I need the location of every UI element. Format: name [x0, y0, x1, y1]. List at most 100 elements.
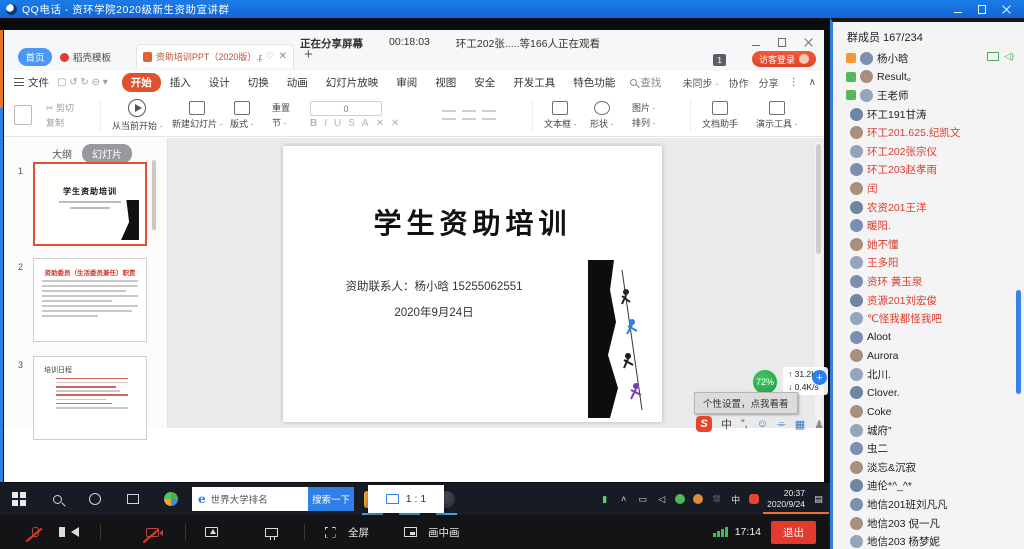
- slide1-thumbnail[interactable]: 学生资助培训: [33, 162, 147, 246]
- paragraph-group[interactable]: [442, 95, 496, 135]
- member-row[interactable]: 杨小晗 ◁): [833, 49, 1024, 68]
- browser-360-icon[interactable]: [152, 483, 190, 515]
- menu-security[interactable]: 安全: [465, 73, 504, 92]
- member-row[interactable]: 淡忘&沉寂 ◁): [833, 458, 1024, 477]
- font-color-button[interactable]: A: [362, 118, 369, 129]
- voice-input-icon[interactable]: ⌯: [777, 418, 786, 431]
- menu-devtools[interactable]: 开发工具: [504, 73, 564, 92]
- italic-button[interactable]: I: [324, 118, 327, 129]
- member-row[interactable]: 迪伦*^_^* ◁): [833, 477, 1024, 496]
- picture-button[interactable]: 图片 ·: [632, 101, 656, 114]
- emoji-icon[interactable]: ☺: [757, 418, 768, 430]
- member-row[interactable]: 暖阳. ◁): [833, 216, 1024, 235]
- start-button[interactable]: [0, 483, 38, 515]
- wps-minimize-icon[interactable]: [752, 38, 762, 47]
- slide2-thumbnail[interactable]: 资助委员（生活委员兼任）职责: [33, 258, 147, 342]
- subscript-button[interactable]: ✕: [391, 118, 399, 129]
- close-icon[interactable]: [1002, 5, 1012, 14]
- taskbar-search-icon[interactable]: [38, 483, 76, 515]
- section-button[interactable]: 节 ·: [272, 116, 287, 129]
- network-icon[interactable]: ⛆: [711, 494, 722, 505]
- current-slide[interactable]: 学生资助培训 资助联系人：杨小晗 15255062551 2020年9月24日: [283, 146, 662, 422]
- collab-button[interactable]: 协作: [729, 75, 749, 90]
- tray-clock[interactable]: 20:37 2020/9/24: [767, 488, 805, 510]
- favorite-icon[interactable]: ♡: [266, 51, 274, 62]
- slide3-thumbnail[interactable]: 培训日程: [33, 356, 147, 440]
- member-row[interactable]: 虫二 ◁): [833, 439, 1024, 458]
- keyboard-icon[interactable]: ▦: [795, 418, 805, 431]
- panel-scrollbar[interactable]: [152, 160, 156, 230]
- guest-login-button[interactable]: 访客登录: [752, 51, 816, 67]
- find-box[interactable]: 查找: [630, 75, 661, 90]
- tab-home[interactable]: 首页: [18, 48, 52, 66]
- cortana-icon[interactable]: [76, 483, 114, 515]
- member-row[interactable]: 北川. ◁): [833, 365, 1024, 384]
- chinese-mode-icon[interactable]: 中: [721, 416, 732, 432]
- member-row[interactable]: Aurora ◁): [833, 347, 1024, 366]
- member-row[interactable]: 地信203 倪一凡 ◁): [833, 514, 1024, 533]
- menu-insert[interactable]: 插入: [161, 73, 200, 92]
- sogou-logo-icon[interactable]: S: [696, 416, 712, 432]
- maximize-icon[interactable]: [978, 5, 988, 14]
- speaker-icon[interactable]: [62, 527, 88, 537]
- panel-expand-button[interactable]: +: [812, 370, 827, 385]
- skin-icon[interactable]: ♟: [814, 418, 824, 431]
- ime-indicator[interactable]: 中: [730, 494, 741, 505]
- fullscreen-icon[interactable]: [317, 527, 343, 538]
- member-row[interactable]: 闰 ◁): [833, 179, 1024, 198]
- tab-outline[interactable]: 大纲: [52, 146, 72, 161]
- play-from-current-button[interactable]: 从当前开始 ·: [112, 95, 163, 135]
- underline-button[interactable]: U: [334, 118, 341, 129]
- member-row[interactable]: ℃怪我都怪我吧 ◁): [833, 309, 1024, 328]
- tray-orange-icon[interactable]: [693, 494, 703, 504]
- member-row[interactable]: 环工202张宗仪 ◁): [833, 142, 1024, 161]
- usb-tray-icon[interactable]: ▮: [599, 494, 610, 505]
- copy-button[interactable]: 复制: [46, 116, 64, 129]
- menu-view[interactable]: 视图: [426, 73, 465, 92]
- tray-expand-icon[interactable]: ˄: [618, 494, 629, 505]
- tab-document[interactable]: 资助培训PPT（2020版）.pptx ♡ ✕: [136, 44, 294, 68]
- member-row[interactable]: 环工203赵孝雨 ◁): [833, 161, 1024, 180]
- tab-docer[interactable]: 稻壳模板: [60, 48, 111, 66]
- member-row[interactable]: Aloot ◁): [833, 328, 1024, 347]
- member-row[interactable]: 她不懂 ◁): [833, 235, 1024, 254]
- battery-icon[interactable]: ▭: [637, 494, 648, 505]
- bold-button[interactable]: B: [310, 118, 317, 129]
- menu-animation[interactable]: 动画: [278, 73, 317, 92]
- camera-off-icon[interactable]: [139, 528, 165, 537]
- task-view-icon[interactable]: [114, 483, 152, 515]
- present-tools-button[interactable]: 演示工具 ·: [756, 95, 798, 135]
- search-go-button[interactable]: 搜索一下: [308, 487, 354, 511]
- member-row[interactable]: 王多阳 ◁): [833, 254, 1024, 273]
- member-row[interactable]: 地信201班刘凡凡 ◁): [833, 495, 1024, 514]
- microphone-muted-icon[interactable]: [22, 527, 48, 537]
- member-row[interactable]: Coke ◁): [833, 402, 1024, 421]
- member-row[interactable]: Result。 ◁): [833, 68, 1024, 87]
- tab-slides[interactable]: 幻灯片: [82, 144, 132, 163]
- member-row[interactable]: 王老师 ◁): [833, 86, 1024, 105]
- menu-start[interactable]: 开始: [122, 73, 161, 92]
- member-scrollbar[interactable]: [1016, 290, 1021, 394]
- font-size-input[interactable]: 0: [310, 101, 382, 116]
- shape-button[interactable]: 形状 ·: [590, 95, 614, 135]
- wps-close-icon[interactable]: [804, 38, 814, 47]
- quick-access-toolbar[interactable]: ▢ ↺ ↻ ⊖ ▾: [57, 77, 108, 88]
- pip-icon[interactable]: [397, 527, 423, 537]
- member-row[interactable]: 农资201王洋 ◁): [833, 198, 1024, 217]
- more-icon[interactable]: ⋮: [789, 77, 799, 88]
- menu-review[interactable]: 审阅: [387, 73, 426, 92]
- menu-slideshow[interactable]: 幻灯片放映: [317, 73, 388, 92]
- exit-call-button[interactable]: 退出: [771, 521, 816, 544]
- superscript-button[interactable]: ✕: [376, 118, 384, 129]
- tab-close-icon[interactable]: ✕: [279, 51, 287, 62]
- punctuation-icon[interactable]: ”,: [741, 418, 748, 430]
- member-row[interactable]: Clover. ◁): [833, 384, 1024, 403]
- share-button[interactable]: 分享: [759, 75, 779, 90]
- menu-transition[interactable]: 切换: [239, 73, 278, 92]
- menu-file[interactable]: 文件: [14, 75, 49, 90]
- member-row[interactable]: 环工191甘涛 ◁): [833, 105, 1024, 124]
- strike-button[interactable]: S: [348, 118, 355, 129]
- volume-icon[interactable]: ◁: [656, 494, 667, 505]
- cut-button[interactable]: ✂ 剪切: [46, 101, 74, 114]
- taskbar-search-box[interactable]: e世界大学排名 搜索一下: [192, 487, 354, 511]
